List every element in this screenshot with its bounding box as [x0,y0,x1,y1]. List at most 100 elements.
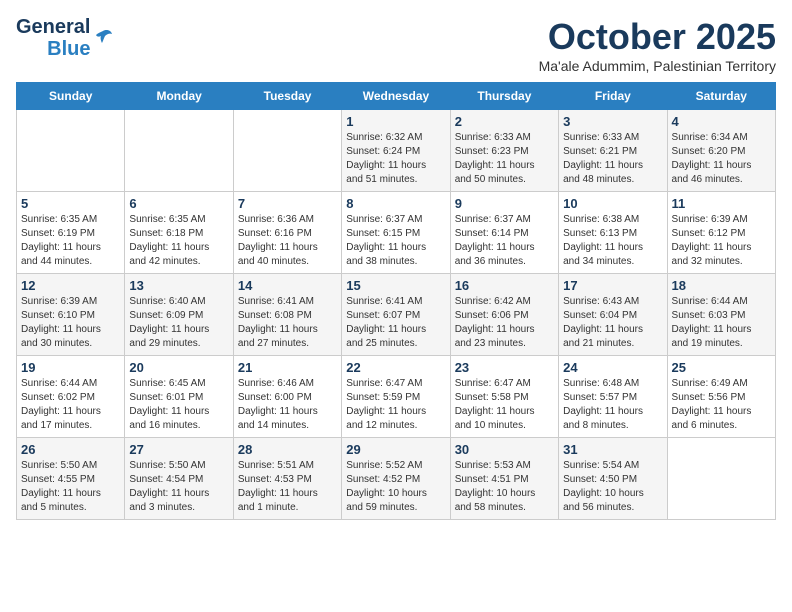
calendar-cell: 20 Sunrise: 6:45 AM Sunset: 6:01 PM Dayli… [125,356,233,438]
day-number: 28 [238,442,337,457]
calendar-cell: 30 Sunrise: 5:53 AM Sunset: 4:51 PM Dayli… [450,438,558,520]
weekday-header-row: SundayMondayTuesdayWednesdayThursdayFrid… [17,83,776,110]
calendar-cell: 25 Sunrise: 6:49 AM Sunset: 5:56 PM Dayli… [667,356,775,438]
day-info: Sunrise: 6:47 AM Sunset: 5:59 PM Dayligh… [346,377,445,433]
day-info: Sunrise: 6:37 AM Sunset: 6:15 PM Dayligh… [346,213,445,269]
day-info: Sunrise: 6:47 AM Sunset: 5:58 PM Dayligh… [455,377,554,433]
day-info: Sunrise: 6:42 AM Sunset: 6:06 PM Dayligh… [455,295,554,351]
day-info: Sunrise: 6:35 AM Sunset: 6:18 PM Dayligh… [129,213,228,269]
day-number: 19 [21,360,120,375]
calendar-cell: 5Sunrise: 6:35 AM Sunset: 6:19 PM Daylig… [17,192,125,274]
calendar-cell: 26 Sunrise: 5:50 AM Sunset: 4:55 PM Dayli… [17,438,125,520]
calendar-week-4: 19Sunrise: 6:44 AM Sunset: 6:02 PM Dayli… [17,356,776,438]
day-number: 24 [563,360,662,375]
day-info: Sunrise: 6:39 AM Sunset: 6:10 PM Dayligh… [21,295,120,351]
day-number: 5 [21,196,120,211]
calendar-cell: 11Sunrise: 6:39 AM Sunset: 6:12 PM Dayli… [667,192,775,274]
day-number: 14 [238,278,337,293]
day-info: Sunrise: 6:39 AM Sunset: 6:12 PM Dayligh… [672,213,771,269]
day-info: Sunrise: 5:51 AM Sunset: 4:53 PM Dayligh… [238,459,337,515]
day-number: 17 [563,278,662,293]
calendar-cell: 16 Sunrise: 6:42 AM Sunset: 6:06 PM Dayli… [450,274,558,356]
calendar-cell: 28 Sunrise: 5:51 AM Sunset: 4:53 PM Dayli… [233,438,341,520]
calendar-cell [233,110,341,192]
calendar-cell: 10 Sunrise: 6:38 AM Sunset: 6:13 PM Dayli… [559,192,667,274]
weekday-header-wednesday: Wednesday [342,83,450,110]
day-info: Sunrise: 6:45 AM Sunset: 6:01 PM Dayligh… [129,377,228,433]
day-info: Sunrise: 5:50 AM Sunset: 4:55 PM Dayligh… [21,459,120,515]
calendar-cell: 21Sunrise: 6:46 AM Sunset: 6:00 PM Dayli… [233,356,341,438]
day-number: 27 [129,442,228,457]
day-info: Sunrise: 6:44 AM Sunset: 6:03 PM Dayligh… [672,295,771,351]
calendar-cell: 2 Sunrise: 6:33 AM Sunset: 6:23 PM Daylig… [450,110,558,192]
day-number: 31 [563,442,662,457]
day-number: 20 [129,360,228,375]
day-number: 6 [129,196,228,211]
day-number: 25 [672,360,771,375]
day-info: Sunrise: 5:52 AM Sunset: 4:52 PM Dayligh… [346,459,445,515]
day-info: Sunrise: 5:53 AM Sunset: 4:51 PM Dayligh… [455,459,554,515]
calendar-cell [17,110,125,192]
day-info: Sunrise: 6:40 AM Sunset: 6:09 PM Dayligh… [129,295,228,351]
day-info: Sunrise: 6:34 AM Sunset: 6:20 PM Dayligh… [672,131,771,187]
day-info: Sunrise: 6:33 AM Sunset: 6:21 PM Dayligh… [563,131,662,187]
calendar-cell: 18Sunrise: 6:44 AM Sunset: 6:03 PM Dayli… [667,274,775,356]
calendar-cell: 19Sunrise: 6:44 AM Sunset: 6:02 PM Dayli… [17,356,125,438]
logo: General Blue [16,16,114,60]
day-number: 30 [455,442,554,457]
day-number: 16 [455,278,554,293]
day-info: Sunrise: 6:46 AM Sunset: 6:00 PM Dayligh… [238,377,337,433]
calendar-week-5: 26 Sunrise: 5:50 AM Sunset: 4:55 PM Dayli… [17,438,776,520]
day-info: Sunrise: 6:38 AM Sunset: 6:13 PM Dayligh… [563,213,662,269]
day-number: 15 [346,278,445,293]
calendar-cell: 12 Sunrise: 6:39 AM Sunset: 6:10 PM Dayli… [17,274,125,356]
calendar-cell [667,438,775,520]
calendar-cell: 23Sunrise: 6:47 AM Sunset: 5:58 PM Dayli… [450,356,558,438]
day-info: Sunrise: 6:32 AM Sunset: 6:24 PM Dayligh… [346,131,445,187]
day-info: Sunrise: 5:50 AM Sunset: 4:54 PM Dayligh… [129,459,228,515]
day-number: 10 [563,196,662,211]
weekday-header-friday: Friday [559,83,667,110]
day-info: Sunrise: 6:33 AM Sunset: 6:23 PM Dayligh… [455,131,554,187]
calendar-cell: 8 Sunrise: 6:37 AM Sunset: 6:15 PM Daylig… [342,192,450,274]
day-info: Sunrise: 6:41 AM Sunset: 6:07 PM Dayligh… [346,295,445,351]
day-number: 3 [563,114,662,129]
logo-blue: Blue [47,38,90,60]
day-number: 12 [21,278,120,293]
day-number: 9 [455,196,554,211]
calendar-cell: 15 Sunrise: 6:41 AM Sunset: 6:07 PM Dayli… [342,274,450,356]
calendar-cell: 17 Sunrise: 6:43 AM Sunset: 6:04 PM Dayli… [559,274,667,356]
day-info: Sunrise: 6:41 AM Sunset: 6:08 PM Dayligh… [238,295,337,351]
calendar-week-3: 12 Sunrise: 6:39 AM Sunset: 6:10 PM Dayli… [17,274,776,356]
calendar-cell: 14 Sunrise: 6:41 AM Sunset: 6:08 PM Dayli… [233,274,341,356]
day-info: Sunrise: 6:36 AM Sunset: 6:16 PM Dayligh… [238,213,337,269]
calendar-cell: 22Sunrise: 6:47 AM Sunset: 5:59 PM Dayli… [342,356,450,438]
day-info: Sunrise: 5:54 AM Sunset: 4:50 PM Dayligh… [563,459,662,515]
logo-general: General [16,16,90,38]
calendar-cell [125,110,233,192]
day-number: 26 [21,442,120,457]
day-number: 2 [455,114,554,129]
calendar-table: SundayMondayTuesdayWednesdayThursdayFrid… [16,82,776,520]
day-info: Sunrise: 6:49 AM Sunset: 5:56 PM Dayligh… [672,377,771,433]
day-number: 8 [346,196,445,211]
calendar-cell: 4Sunrise: 6:34 AM Sunset: 6:20 PM Daylig… [667,110,775,192]
logo-bird-icon [92,27,114,49]
calendar-cell: 29 Sunrise: 5:52 AM Sunset: 4:52 PM Dayli… [342,438,450,520]
calendar-week-2: 5Sunrise: 6:35 AM Sunset: 6:19 PM Daylig… [17,192,776,274]
weekday-header-monday: Monday [125,83,233,110]
calendar-cell: 31 Sunrise: 5:54 AM Sunset: 4:50 PM Dayli… [559,438,667,520]
weekday-header-tuesday: Tuesday [233,83,341,110]
day-info: Sunrise: 6:43 AM Sunset: 6:04 PM Dayligh… [563,295,662,351]
day-number: 13 [129,278,228,293]
calendar-cell: 3 Sunrise: 6:33 AM Sunset: 6:21 PM Daylig… [559,110,667,192]
title-area: October 2025 Ma'ale Adummim, Palestinian… [539,16,776,74]
calendar-cell: 27 Sunrise: 5:50 AM Sunset: 4:54 PM Dayli… [125,438,233,520]
day-info: Sunrise: 6:48 AM Sunset: 5:57 PM Dayligh… [563,377,662,433]
page-header: General Blue October 2025 Ma'ale Adummim… [16,16,776,74]
calendar-cell: 24 Sunrise: 6:48 AM Sunset: 5:57 PM Dayli… [559,356,667,438]
day-number: 29 [346,442,445,457]
calendar-cell: 9Sunrise: 6:37 AM Sunset: 6:14 PM Daylig… [450,192,558,274]
weekday-header-thursday: Thursday [450,83,558,110]
calendar-cell: 1Sunrise: 6:32 AM Sunset: 6:24 PM Daylig… [342,110,450,192]
